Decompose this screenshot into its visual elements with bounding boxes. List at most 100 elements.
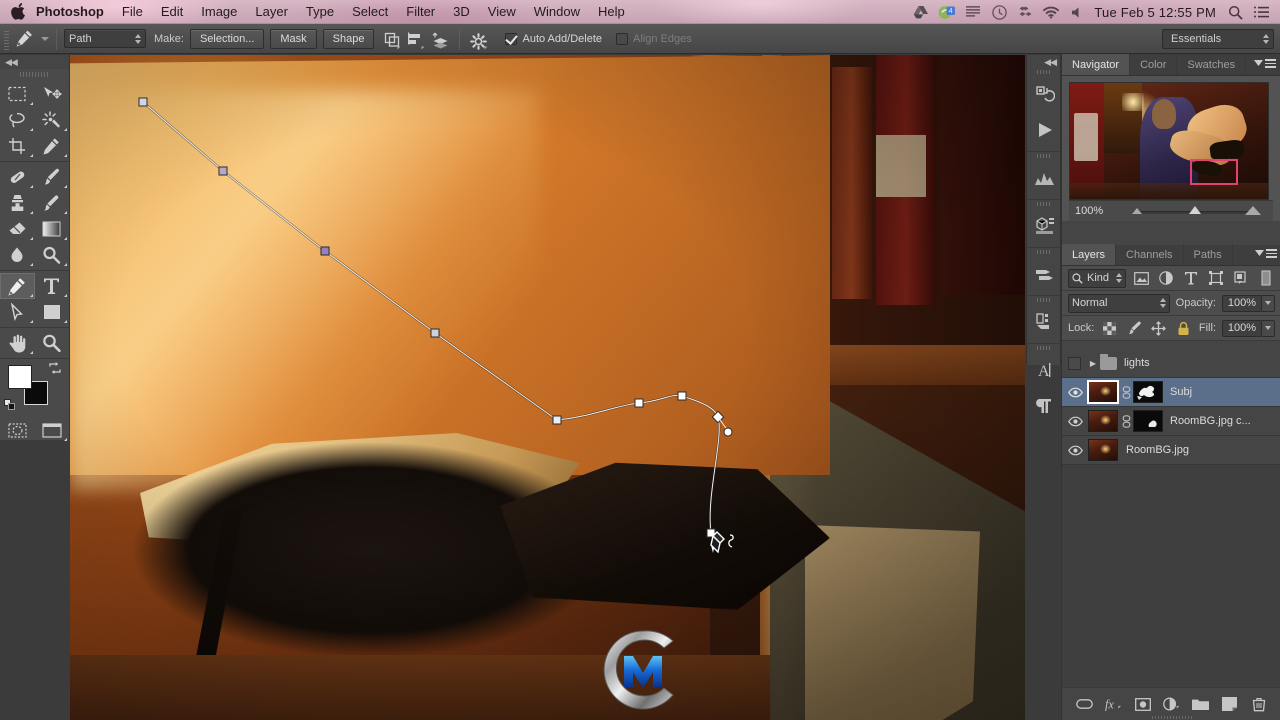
zoom-tool[interactable] — [35, 330, 70, 356]
options-bar-grip[interactable] — [2, 27, 11, 50]
tab-swatches[interactable]: Swatches — [1177, 54, 1247, 75]
layer-kind-filter[interactable]: Kind — [1068, 268, 1127, 288]
layer-thumbnail[interactable] — [1088, 410, 1118, 432]
filter-toggle-icon[interactable] — [1256, 269, 1275, 288]
navigator-view-box[interactable] — [1190, 159, 1238, 185]
workspace-stepper-icon[interactable] — [1263, 34, 1269, 44]
menu-3d[interactable]: 3D — [444, 0, 479, 24]
dock-grip-4[interactable] — [1037, 248, 1050, 256]
dock-collapse-icon[interactable]: ◀◀ — [1044, 57, 1057, 68]
collapse-arrows-icon[interactable]: ◀◀ — [5, 57, 18, 68]
lock-all-icon[interactable] — [1174, 319, 1193, 338]
screen-mode-icon[interactable] — [35, 417, 70, 443]
clone-stamp-tool[interactable] — [0, 190, 35, 216]
menu-filter[interactable]: Filter — [397, 0, 444, 24]
auto-add-delete-check-icon[interactable] — [505, 32, 518, 45]
dropbox-icon[interactable] — [1012, 0, 1038, 24]
swap-colors-icon[interactable] — [49, 362, 61, 374]
paragraph-panel-icon[interactable] — [1027, 388, 1062, 424]
align-edges-check-icon[interactable] — [616, 32, 628, 45]
healing-brush-tool[interactable] — [0, 164, 35, 190]
tab-navigator[interactable]: Navigator — [1062, 54, 1131, 75]
hand-tool[interactable] — [0, 330, 35, 356]
navigator-panel-menu-icon[interactable] — [1254, 59, 1276, 68]
chevron-right-icon[interactable]: ▶ — [1086, 359, 1100, 368]
menu-help[interactable]: Help — [589, 0, 634, 24]
dock-grip-5[interactable] — [1037, 296, 1050, 304]
path-mode-stepper-icon[interactable] — [135, 33, 141, 44]
panel-resize-grip[interactable] — [1151, 715, 1192, 720]
gear-icon[interactable] — [467, 27, 491, 51]
layer-thumbnail[interactable] — [1088, 439, 1118, 461]
layer-name-lights[interactable]: lights — [1124, 357, 1150, 369]
layer-name-roombg[interactable]: RoomBG.jpg — [1126, 444, 1189, 456]
bars-icon[interactable] — [960, 0, 986, 24]
tool-preset-caret-icon[interactable] — [41, 36, 49, 41]
properties-3d-panel-icon[interactable] — [1027, 208, 1062, 244]
table-row[interactable]: ▶ lights — [1062, 349, 1280, 378]
table-row[interactable]: RoomBG.jpg c... — [1062, 407, 1280, 436]
align-edges-checkbox[interactable]: Align Edges — [616, 32, 692, 45]
path-mode-select[interactable]: Path — [64, 29, 146, 48]
adjustment-filter-icon[interactable] — [1157, 269, 1176, 288]
history-panel-icon[interactable] — [1027, 76, 1062, 112]
type-filter-icon[interactable] — [1182, 269, 1201, 288]
eraser-tool[interactable] — [0, 216, 35, 242]
dock-grip-1[interactable] — [1037, 68, 1050, 76]
link-icon[interactable] — [1120, 414, 1133, 428]
tools-panel-grip[interactable] — [20, 69, 49, 79]
drive-icon[interactable] — [908, 0, 934, 24]
fill-control[interactable]: 100% — [1222, 319, 1275, 337]
layers-panel-menu-icon[interactable] — [1255, 249, 1277, 258]
pen-tool[interactable] — [0, 273, 35, 299]
pixel-filter-icon[interactable] — [1132, 269, 1151, 288]
make-mask-button[interactable]: Mask — [270, 28, 317, 49]
shape-filter-icon[interactable] — [1207, 269, 1226, 288]
actions-panel-icon[interactable] — [1027, 112, 1062, 148]
menu-window[interactable]: Window — [525, 0, 589, 24]
wifi-icon[interactable] — [1038, 0, 1064, 24]
quick-mask-icon[interactable] — [0, 417, 35, 443]
clock-icon[interactable] — [986, 0, 1012, 24]
styles-panel-icon[interactable] — [1027, 304, 1062, 340]
gradient-tool[interactable] — [35, 216, 70, 242]
type-tool[interactable] — [35, 273, 70, 299]
path-operations-icon[interactable] — [380, 27, 404, 51]
eye-icon[interactable] — [1062, 445, 1088, 456]
pen-tool-icon[interactable] — [11, 27, 37, 51]
blur-tool[interactable] — [0, 242, 35, 268]
layer-name-subj[interactable]: Subj — [1170, 386, 1192, 398]
tools-panel-header[interactable]: ◀◀ — [0, 55, 69, 69]
menu-view[interactable]: View — [479, 0, 525, 24]
lock-position-icon[interactable] — [1150, 319, 1169, 338]
crop-tool[interactable] — [0, 133, 35, 159]
adjustments-panel-icon[interactable] — [1027, 256, 1062, 292]
move-tool[interactable] — [35, 81, 70, 107]
app-badge-icon[interactable]: 4 — [934, 0, 960, 24]
adjustment-layer-button[interactable] — [1163, 696, 1180, 713]
path-alignment-icon[interactable] — [404, 27, 428, 51]
tab-paths[interactable]: Paths — [1184, 244, 1233, 265]
menu-select[interactable]: Select — [343, 0, 397, 24]
dock-grip-2[interactable] — [1037, 152, 1050, 160]
eye-icon[interactable] — [1062, 387, 1088, 398]
dock-header[interactable]: ◀◀ — [1027, 55, 1060, 68]
slider-thumb-icon[interactable] — [1189, 206, 1201, 214]
character-panel-icon[interactable]: A — [1027, 352, 1062, 388]
menu-edit[interactable]: Edit — [152, 0, 192, 24]
layer-style-button[interactable]: fx — [1105, 696, 1122, 713]
lasso-tool[interactable] — [0, 107, 35, 133]
opacity-value[interactable]: 100% — [1222, 294, 1262, 312]
menu-bar-clock[interactable]: Tue Feb 5 12:55 PM — [1090, 5, 1222, 20]
dock-grip-6[interactable] — [1037, 344, 1050, 352]
auto-add-delete-checkbox[interactable]: Auto Add/Delete — [505, 32, 602, 45]
document-canvas[interactable] — [70, 55, 1025, 720]
list-icon[interactable] — [1248, 0, 1274, 24]
blend-mode-stepper-icon[interactable] — [1159, 298, 1166, 308]
make-shape-button[interactable]: Shape — [322, 28, 375, 49]
dock-grip-3[interactable] — [1037, 200, 1050, 208]
anchor-point-icon[interactable] — [138, 97, 725, 538]
layer-mask-thumbnail[interactable] — [1133, 381, 1163, 403]
tab-channels[interactable]: Channels — [1116, 244, 1184, 265]
new-layer-button[interactable] — [1221, 696, 1238, 713]
